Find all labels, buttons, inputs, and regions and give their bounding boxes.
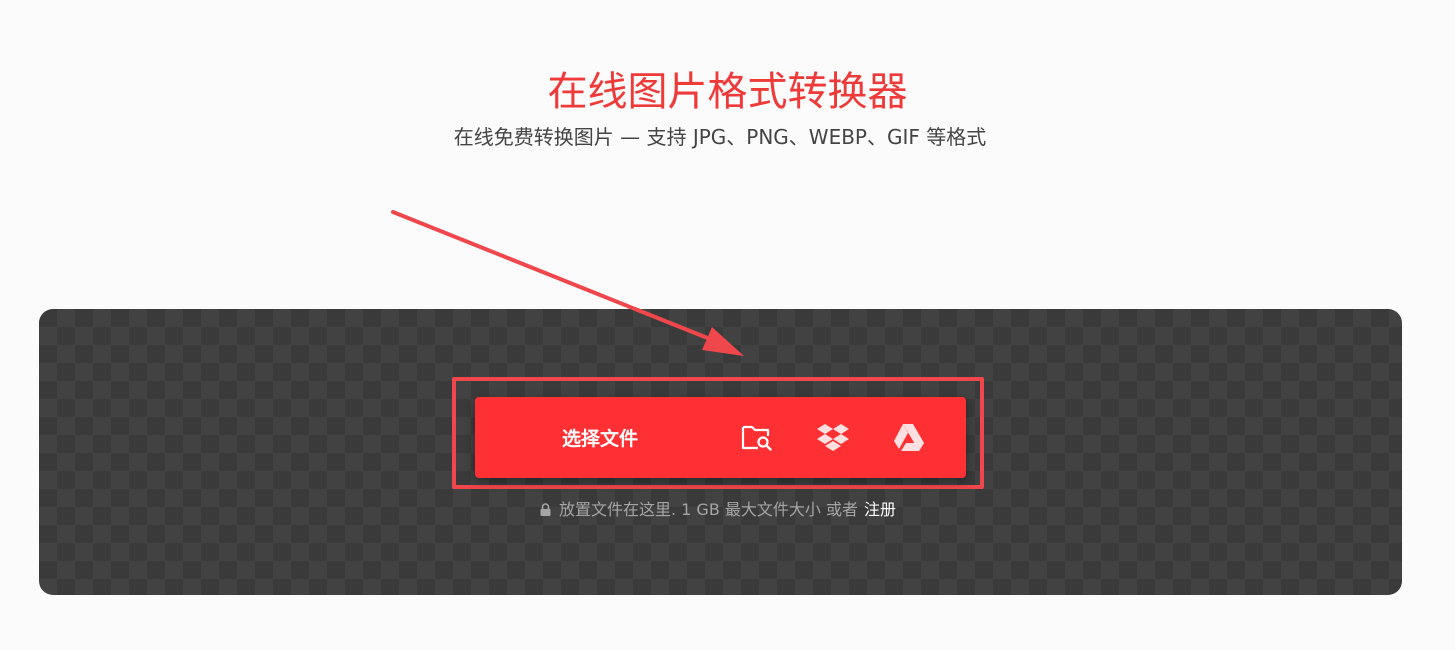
drop-hint-text: 放置文件在这里. 1 GB 最大文件大小 或者 <box>558 500 858 519</box>
dropbox-icon[interactable] <box>813 417 853 457</box>
lock-icon <box>540 503 551 516</box>
google-drive-icon[interactable] <box>889 417 929 457</box>
folder-search-icon[interactable] <box>737 417 777 457</box>
page-title: 在线图片格式转换器 <box>547 69 908 115</box>
page-subtitle: 在线免费转换图片 — 支持 JPG、PNG、WEBP、GIF 等格式 <box>453 125 987 149</box>
choose-file-button[interactable]: 选择文件 <box>475 397 725 478</box>
drop-hint: 放置文件在这里. 1 GB 最大文件大小 或者 注册 <box>0 498 1436 522</box>
signup-link[interactable]: 注册 <box>864 500 896 519</box>
upload-button-group: 选择文件 <box>475 397 966 478</box>
